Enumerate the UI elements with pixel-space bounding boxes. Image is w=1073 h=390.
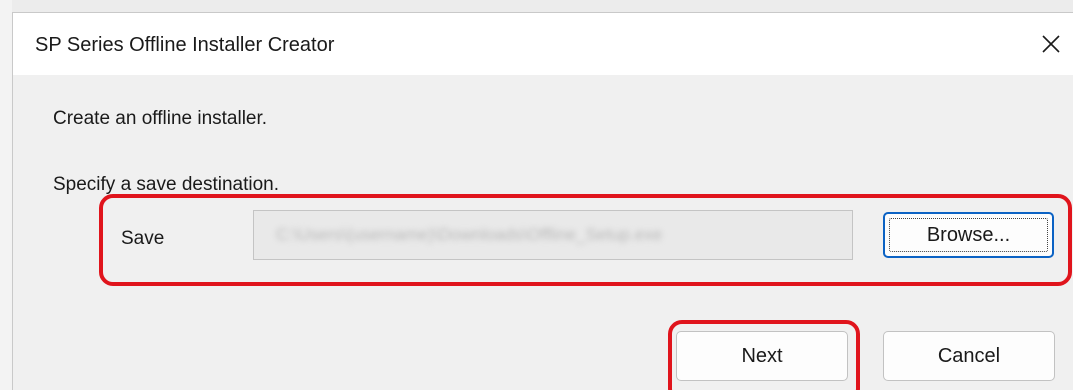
save-path-value: C:\Users\(username)\Downloads\Offline_Se… xyxy=(276,225,663,244)
next-button-label: Next xyxy=(741,344,783,367)
cancel-button[interactable]: Cancel xyxy=(883,331,1055,381)
save-path-field[interactable]: C:\Users\(username)\Downloads\Offline_Se… xyxy=(253,210,853,260)
cancel-button-label: Cancel xyxy=(937,344,1001,367)
background-window-strip xyxy=(12,0,1073,12)
browse-button-label: Browse... xyxy=(926,223,1011,246)
instruction-text: Specify a save destination. xyxy=(53,174,280,195)
browse-button[interactable]: Browse... xyxy=(883,212,1054,258)
close-button[interactable] xyxy=(1028,21,1073,67)
close-icon xyxy=(1042,35,1060,53)
installer-creator-dialog: SP Series Offline Installer Creator Crea… xyxy=(12,12,1073,390)
screenshot: SP Series Offline Installer Creator Crea… xyxy=(0,0,1073,390)
intro-text: Create an offline installer. xyxy=(53,108,268,129)
title-bar: SP Series Offline Installer Creator xyxy=(13,13,1073,75)
next-button[interactable]: Next xyxy=(676,331,848,381)
save-label: Save xyxy=(121,228,165,249)
dialog-title: SP Series Offline Installer Creator xyxy=(35,34,335,56)
